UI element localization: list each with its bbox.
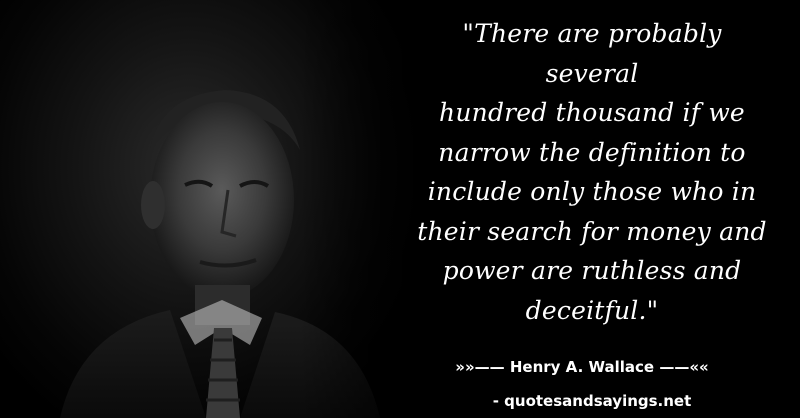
source-website: - quotesandsayings.net [492,392,692,410]
quote-line: include only those who in [427,177,757,206]
quote-line: narrow the definition to [438,137,746,167]
quote-line: deceitful." [525,295,659,325]
author-attribution: »»—— Henry A. Wallace ——«« [455,358,709,376]
quote-line: hundred thousand if we [439,98,745,127]
quote-line: power are ruthless and [442,256,742,285]
quote-text: "There are probably several hundred thou… [412,14,772,330]
quote-line: "There are probably several [462,19,722,88]
photo-fade [300,0,420,418]
quote-line: their search for money and [417,216,767,246]
author-portrait [0,0,420,418]
